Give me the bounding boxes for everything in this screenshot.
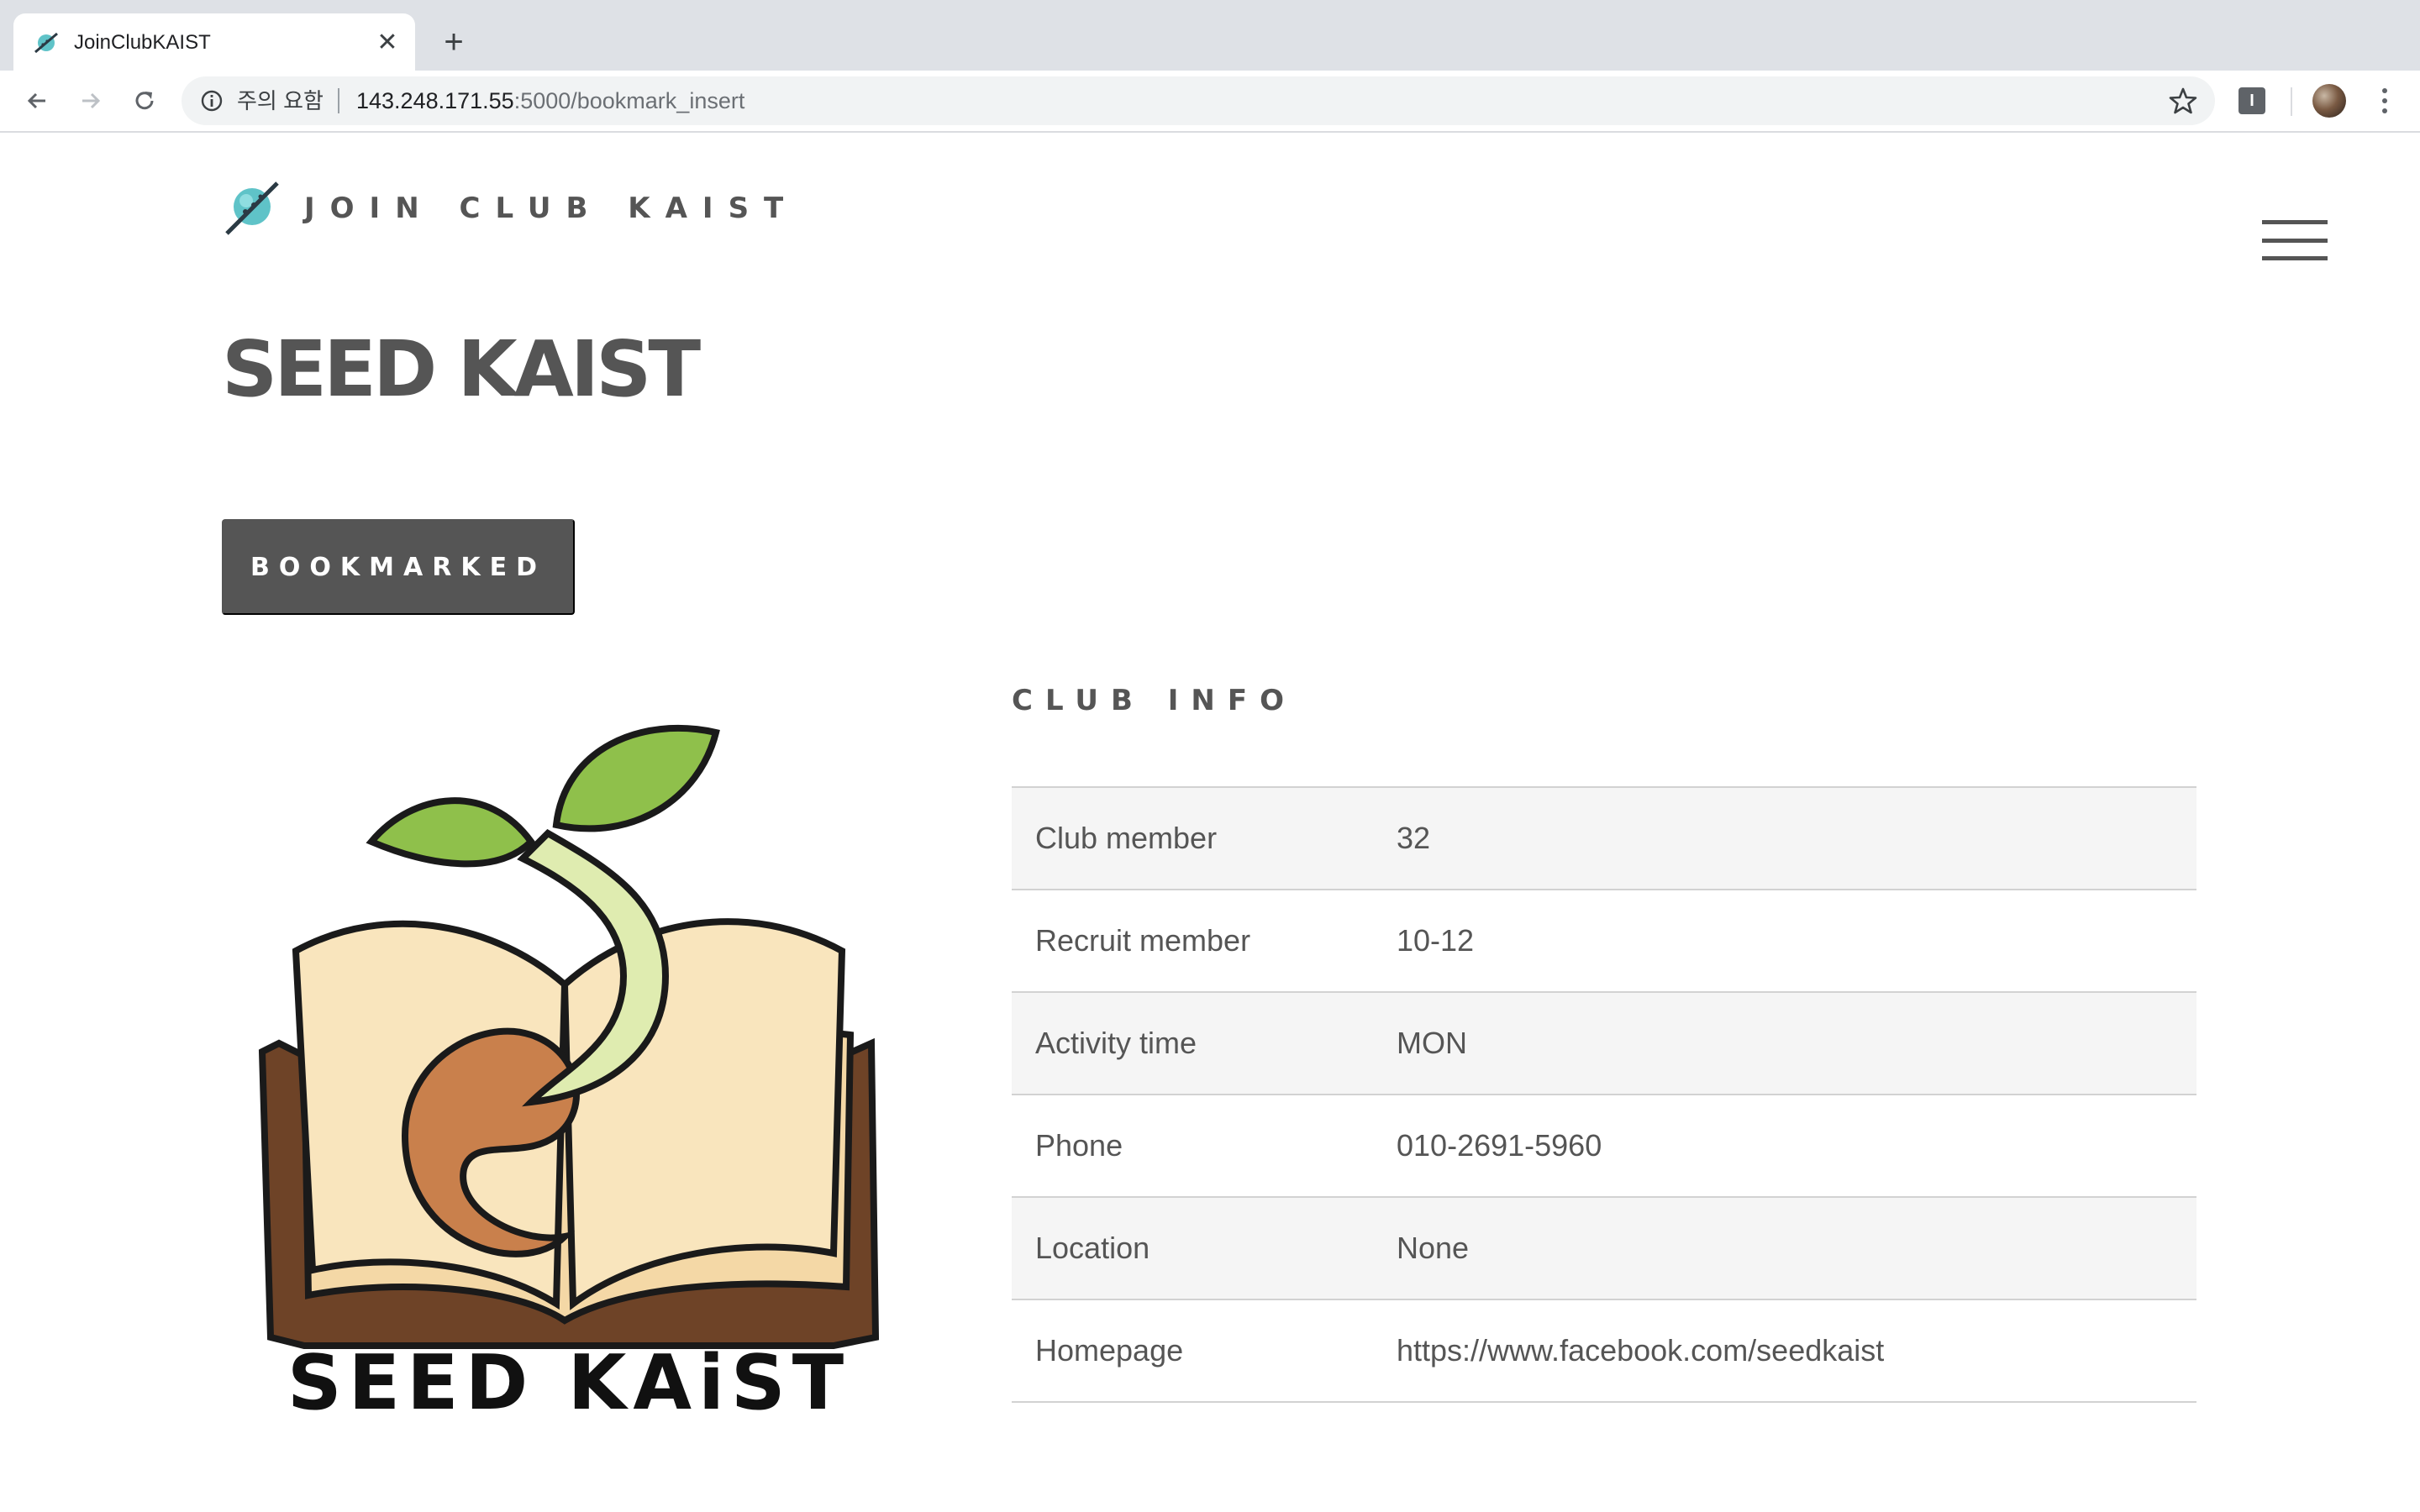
avatar[interactable] xyxy=(2312,84,2346,118)
planet-icon xyxy=(34,32,58,54)
info-value: 32 xyxy=(1397,821,1431,855)
url-path: :5000/bookmark_insert xyxy=(513,88,745,113)
forward-arrow-icon xyxy=(82,92,101,109)
club-logo-image: SEED KAiST xyxy=(258,724,880,1421)
table-row: Club member 32 xyxy=(1012,787,2196,890)
hamburger-menu-icon[interactable] xyxy=(2262,220,2328,260)
reload-button[interactable] xyxy=(126,82,163,119)
info-value: 010-2691-5960 xyxy=(1397,1128,1602,1163)
plus-icon[interactable]: + xyxy=(435,24,472,60)
more-vert-icon[interactable] xyxy=(2368,84,2402,118)
toolbar-separator xyxy=(2291,87,2292,116)
info-label: Phone xyxy=(1035,1128,1123,1163)
info-label: Recruit member xyxy=(1035,923,1251,958)
page-title: SEED KAIST xyxy=(222,324,701,414)
reload-icon xyxy=(135,92,154,110)
info-value: 10-12 xyxy=(1397,923,1475,958)
table-row: Homepage https://www.facebook.com/seedka… xyxy=(1012,1299,2196,1402)
homepage-link[interactable]: https://www.facebook.com/seedkaist xyxy=(1397,1299,2196,1402)
club-logo-text: SEED KAiST xyxy=(287,1339,850,1421)
info-label: Club member xyxy=(1035,821,1218,855)
planet-icon xyxy=(225,181,279,235)
page: JOIN CLUB KAIST SEED KAIST BOOKMARKED SE… xyxy=(0,134,2420,1512)
bookmark-button[interactable]: BOOKMARKED xyxy=(222,519,575,615)
forward-button[interactable] xyxy=(72,82,109,119)
security-status[interactable]: 주의 요함 xyxy=(237,87,324,114)
url-host: 143.248.171.55 xyxy=(356,88,514,113)
info-value: MON xyxy=(1397,1026,1467,1060)
brand-link[interactable]: JOIN CLUB KAIST xyxy=(224,178,798,239)
browser-toolbar: 주의 요함 143.248.171.55:5000/bookmark_inser… xyxy=(0,71,2420,133)
tab-title: JoinClubKAIST xyxy=(74,31,211,54)
info-label: Location xyxy=(1035,1231,1150,1265)
info-value: None xyxy=(1397,1231,1470,1265)
info-icon[interactable] xyxy=(198,87,225,114)
star-icon[interactable] xyxy=(2168,86,2198,116)
info-label: Homepage xyxy=(1035,1333,1184,1368)
table-row: Phone 010-2691-5960 xyxy=(1012,1095,2196,1197)
omnibox-divider xyxy=(338,88,339,113)
club-info-table: Club member 32 Recruit member 10-12 Acti… xyxy=(1012,786,2196,1403)
browser-tab[interactable]: JoinClubKAIST ✕ xyxy=(13,13,415,71)
table-row: Recruit member 10-12 xyxy=(1012,890,2196,992)
close-icon[interactable]: ✕ xyxy=(371,27,403,59)
tab-strip: JoinClubKAIST ✕ + xyxy=(0,0,2420,71)
info-label: Activity time xyxy=(1035,1026,1197,1060)
back-arrow-icon xyxy=(27,92,45,109)
url-text[interactable]: 143.248.171.55:5000/bookmark_insert xyxy=(356,87,744,114)
address-bar[interactable]: 주의 요함 143.248.171.55:5000/bookmark_inser… xyxy=(182,76,2215,125)
table-row: Activity time MON xyxy=(1012,992,2196,1095)
club-info-heading: CLUB INFO xyxy=(1012,684,1297,717)
table-row: Location None xyxy=(1012,1197,2196,1299)
brand-name: JOIN CLUB KAIST xyxy=(304,192,799,225)
back-button[interactable] xyxy=(18,82,55,119)
extension-icon[interactable]: I xyxy=(2238,87,2265,114)
